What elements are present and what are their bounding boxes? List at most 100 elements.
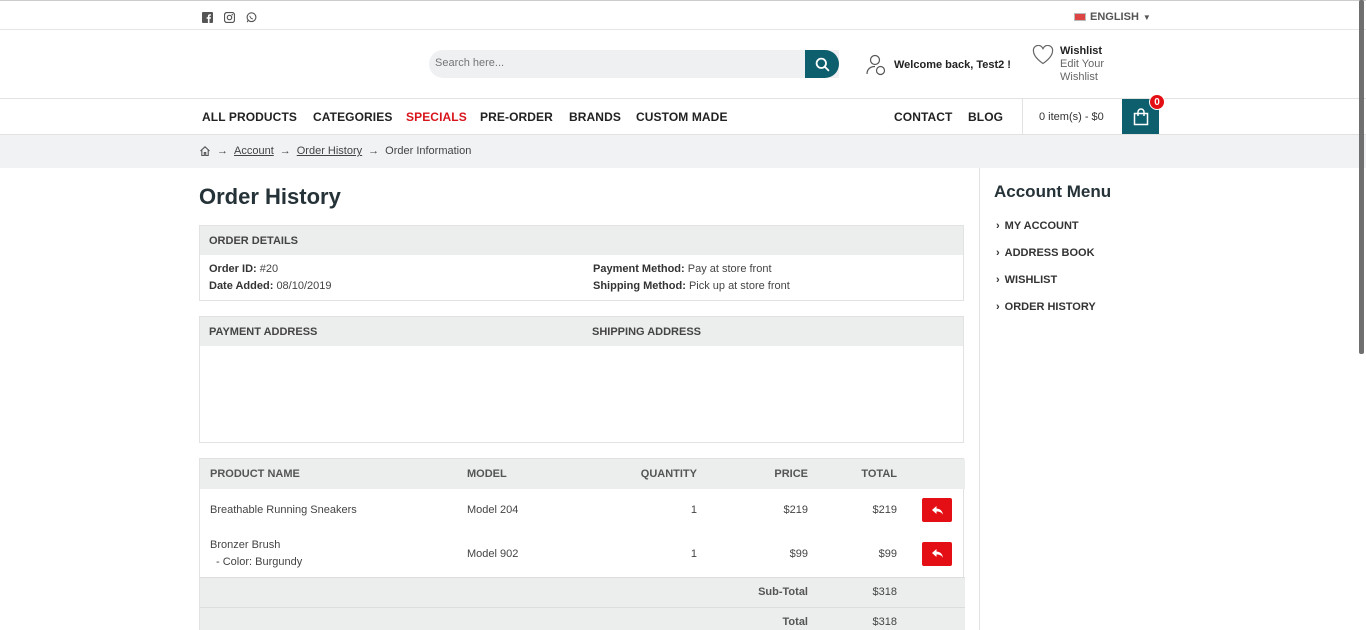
subtotal-label: Sub-Total — [200, 576, 808, 607]
subtotal-value: $318 — [808, 576, 897, 607]
column-product-name: PRODUCT NAME — [200, 459, 467, 489]
breadcrumb-separator: → — [368, 145, 380, 157]
cart-count-badge: 0 — [1149, 94, 1165, 110]
account-menu-address-book[interactable]: › ADDRESS BOOK — [996, 247, 1095, 259]
breadcrumb-order-history[interactable]: Order History — [297, 145, 362, 157]
breadcrumb: → Account → Order History → Order Inform… — [199, 145, 471, 157]
return-button[interactable] — [922, 498, 952, 522]
nav-contact[interactable]: CONTACT — [894, 110, 952, 124]
nav-brands[interactable]: BRANDS — [569, 110, 621, 124]
date-added-line: Date Added: 08/10/2019 — [209, 280, 332, 292]
nav-pre-order[interactable]: PRE-ORDER — [480, 110, 553, 124]
cart-summary: 0 item(s) - $0 — [1039, 111, 1104, 123]
column-total: TOTAL — [808, 459, 897, 489]
nav-custom-made[interactable]: CUSTOM MADE — [636, 110, 728, 124]
address-header: PAYMENT ADDRESS SHIPPING ADDRESS — [200, 317, 963, 346]
products-table: PRODUCT NAME MODEL QUANTITY PRICE TOTAL … — [200, 459, 965, 630]
payment-method-value: Pay at store front — [687, 263, 772, 275]
account-menu-label: MY ACCOUNT — [1004, 220, 1079, 232]
date-added-label: Date Added: — [209, 280, 274, 292]
site-header: Welcome back, Test2 ! Wishlist Edit Your… — [0, 31, 1366, 99]
instagram-icon[interactable] — [223, 10, 236, 24]
nav-blog[interactable]: BLOG — [968, 110, 1003, 124]
table-row: Breathable Running Sneakers Model 204 1 … — [200, 489, 965, 531]
home-icon[interactable] — [199, 145, 211, 157]
wishlist-text: Wishlist Edit Your Wishlist — [1060, 45, 1112, 84]
payment-method-label: Payment Method: — [593, 263, 685, 275]
account-menu-my-account[interactable]: › MY ACCOUNT — [996, 220, 1079, 232]
language-label: ENGLISH — [1090, 11, 1139, 23]
product-option: - Color: Burgundy — [216, 555, 303, 568]
shopping-bag-icon — [1133, 107, 1148, 125]
whatsapp-icon[interactable] — [246, 10, 257, 23]
order-details-header: ORDER DETAILS — [200, 226, 963, 255]
nav-specials[interactable]: SPECIALS — [406, 110, 467, 124]
order-id-line: Order ID: #20 — [209, 263, 278, 275]
shipping-method-label: Shipping Method: — [593, 280, 686, 292]
return-button[interactable] — [922, 541, 952, 566]
products-panel: PRODUCT NAME MODEL QUANTITY PRICE TOTAL … — [199, 458, 965, 630]
top-bar: ENGLISH ▼ — [0, 0, 1366, 30]
account-menu-order-history[interactable]: › ORDER HISTORY — [996, 301, 1096, 313]
product-model: Model 204 — [467, 504, 519, 516]
table-row: Bronzer Brush - Color: Burgundy Model 90… — [200, 531, 965, 577]
search-input[interactable] — [435, 57, 795, 69]
shipping-address-heading: SHIPPING ADDRESS — [592, 326, 702, 338]
social-links — [202, 10, 257, 24]
breadcrumb-account[interactable]: Account — [234, 145, 274, 157]
subtotal-spacer — [897, 576, 965, 607]
cart-widget[interactable]: 0 item(s) - $0 0 — [1022, 94, 1165, 134]
reply-icon — [931, 505, 943, 515]
column-quantity: QUANTITY — [577, 459, 697, 489]
wishlist-title: Wishlist — [1060, 45, 1103, 57]
cart-button[interactable]: 0 — [1122, 94, 1165, 134]
total-value: $318 — [808, 606, 897, 630]
date-added-value: 08/10/2019 — [276, 280, 332, 292]
column-price: PRICE — [697, 459, 808, 489]
user-icon — [866, 54, 886, 76]
column-actions — [897, 459, 965, 489]
sidebar-divider — [979, 168, 980, 630]
search-bar — [429, 50, 839, 78]
welcome-text: Welcome back, Test2 ! — [894, 59, 1011, 71]
breadcrumb-current: Order Information — [385, 145, 472, 157]
address-panel: PAYMENT ADDRESS SHIPPING ADDRESS — [199, 316, 964, 443]
shipping-method-value: Pick up at store front — [688, 280, 790, 292]
order-id-value: #20 — [259, 263, 279, 275]
uk-flag-icon — [1074, 13, 1086, 21]
subtotal-row: Sub-Total $318 — [200, 576, 965, 607]
wishlist-subtitle: Edit Your Wishlist — [1060, 58, 1105, 83]
shipping-method-line: Shipping Method: Pick up at store front — [593, 280, 790, 292]
account-menu-wishlist[interactable]: › WISHLIST — [996, 274, 1057, 286]
language-selector[interactable]: ENGLISH ▼ — [1074, 11, 1151, 23]
chevron-right-icon: › — [996, 301, 1000, 313]
breadcrumb-bar: → Account → Order History → Order Inform… — [0, 135, 1366, 168]
account-menu-title: Account Menu — [994, 182, 1112, 201]
products-header-row: PRODUCT NAME MODEL QUANTITY PRICE TOTAL — [200, 459, 965, 489]
main-nav: ALL PRODUCTS CATEGORIES SPECIALS PRE-ORD… — [0, 94, 1366, 135]
facebook-icon[interactable] — [202, 10, 213, 23]
product-price: $219 — [783, 504, 808, 516]
product-price: $99 — [789, 547, 808, 560]
scrollbar[interactable] — [1359, 0, 1364, 354]
account-menu-label: ORDER HISTORY — [1004, 301, 1096, 313]
order-details-heading: ORDER DETAILS — [209, 235, 299, 247]
account-menu-label: ADDRESS BOOK — [1004, 247, 1095, 259]
product-name: Bronzer Brush — [210, 538, 281, 551]
user-account-link[interactable]: Welcome back, Test2 ! — [866, 54, 1011, 76]
product-total: $219 — [872, 504, 897, 516]
wishlist-link[interactable]: Wishlist Edit Your Wishlist — [1032, 45, 1112, 84]
nav-categories[interactable]: CATEGORIES — [313, 110, 392, 124]
chevron-right-icon: › — [996, 247, 1000, 259]
payment-method-line: Payment Method: Pay at store front — [593, 263, 772, 275]
chevron-right-icon: › — [996, 274, 1000, 286]
product-quantity: 1 — [690, 504, 697, 516]
nav-all-products[interactable]: ALL PRODUCTS — [202, 110, 297, 124]
total-label: Total — [200, 606, 808, 630]
chevron-down-icon: ▼ — [1142, 12, 1151, 22]
product-name-cell: Bronzer Brush - Color: Burgundy — [200, 531, 467, 577]
total-spacer — [897, 606, 965, 630]
search-button[interactable] — [805, 50, 839, 78]
product-model: Model 902 — [467, 547, 519, 560]
reply-icon — [931, 549, 943, 558]
